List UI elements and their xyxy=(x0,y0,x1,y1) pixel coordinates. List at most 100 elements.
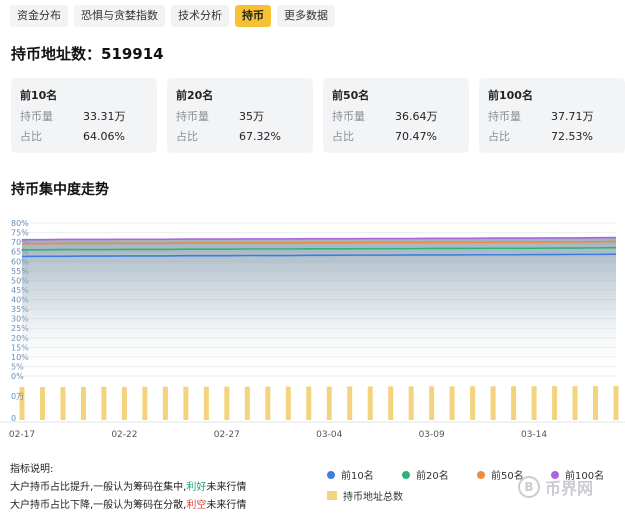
legend-top20[interactable]: 前20名 xyxy=(402,467,449,482)
tab-more-data[interactable]: 更多数据 xyxy=(277,5,335,27)
notes-line-1: 大户持币占比提升,一般认为筹码在集中,利好未来行情 xyxy=(10,479,246,497)
card-hold-value: 37.71万 xyxy=(551,110,594,123)
address-bar[interactable] xyxy=(244,386,250,420)
address-bar[interactable] xyxy=(142,386,148,420)
legend-square-icon xyxy=(327,491,337,500)
card-hold-value: 33.31万 xyxy=(83,110,126,123)
holder-address-count: 持币地址数：519914 xyxy=(11,45,164,63)
address-bar[interactable] xyxy=(367,386,373,420)
address-bar[interactable] xyxy=(39,386,45,420)
address-bar[interactable] xyxy=(162,386,168,420)
address-bar[interactable] xyxy=(306,386,312,420)
concentration-trend-chart: 80%75%70%65%60%55%50%45%40%35%30%25%20%1… xyxy=(0,219,625,440)
card-hold-label: 持币量 xyxy=(332,110,365,123)
legend-dot-icon xyxy=(477,470,485,479)
card-title: 前50名 xyxy=(332,89,370,102)
indicator-notes: 指标说明: 大户持币占比提升,一般认为筹码在集中,利好未来行情 大户持币占比下降… xyxy=(10,461,246,515)
legend-address-total[interactable]: 持币地址总数 xyxy=(327,488,403,503)
x-tick-label: 03-09 xyxy=(419,430,445,440)
card-ratio-value: 70.47% xyxy=(395,130,437,143)
address-bar[interactable] xyxy=(572,386,578,420)
address-bar[interactable] xyxy=(531,386,537,420)
address-bar[interactable] xyxy=(347,386,353,420)
card-ratio-row: 占比 72.53% xyxy=(488,130,616,143)
concentration-area-fill xyxy=(22,237,616,376)
x-tick-label: 02-27 xyxy=(214,430,240,440)
x-tick-label: 03-04 xyxy=(316,430,342,440)
legend-top10[interactable]: 前10名 xyxy=(327,467,374,482)
card-title: 前20名 xyxy=(176,89,214,102)
notes-bearish: 利空 xyxy=(186,500,207,511)
tab-fear-greed-index[interactable]: 恐惧与贪婪指数 xyxy=(74,5,165,27)
x-tick-label: 03-14 xyxy=(521,430,547,440)
tab-technical-analysis[interactable]: 技术分析 xyxy=(171,5,229,27)
x-tick-label: 02-17 xyxy=(9,430,35,440)
watermark-text: 币界网 xyxy=(545,479,594,498)
card-ratio-value: 67.32% xyxy=(239,130,281,143)
card-hold-row: 持币量 33.31万 xyxy=(20,110,148,123)
card-ratio-label: 占比 xyxy=(20,130,42,143)
card-hold-label: 持币量 xyxy=(20,110,53,123)
address-bar[interactable] xyxy=(203,386,209,420)
address-bar[interactable] xyxy=(285,386,291,420)
legend-label: 前10名 xyxy=(341,471,374,482)
notes-line-2-text: 大户持币占比下降,一般认为筹码在分散, xyxy=(10,500,187,511)
card-ratio-row: 占比 64.06% xyxy=(20,130,148,143)
top-holder-cards: 前10名 持币量 33.31万 占比 64.06% 前20名 持币量 35万 占比 67… xyxy=(11,78,625,153)
address-bar[interactable] xyxy=(470,386,476,420)
card-hold-value: 36.64万 xyxy=(395,110,438,123)
card-ratio-label: 占比 xyxy=(488,130,510,143)
card-hold-label: 持币量 xyxy=(488,110,521,123)
legend-dot-icon xyxy=(327,470,335,479)
card-hold-row: 持币量 36.64万 xyxy=(332,110,460,123)
legend-label: 持币地址总数 xyxy=(343,492,403,503)
address-bar[interactable] xyxy=(101,386,107,420)
notes-line-1-suffix: 未来行情 xyxy=(206,482,247,493)
card-hold-value: 35万 xyxy=(239,110,264,123)
legend-dot-icon xyxy=(402,470,410,479)
card-ratio-value: 72.53% xyxy=(551,130,593,143)
notes-heading: 指标说明: xyxy=(10,464,54,475)
notes-line-1-text: 大户持币占比提升,一般认为筹码在集中, xyxy=(10,482,187,493)
notes-line-2: 大户持币占比下降,一般认为筹码在分散,利空未来行情 xyxy=(10,497,246,515)
address-bar[interactable] xyxy=(490,386,496,420)
address-bar[interactable] xyxy=(449,386,455,420)
tab-fund-distribution[interactable]: 资金分布 xyxy=(10,5,68,27)
concentration-trend-title: 持币集中度走势 xyxy=(11,182,109,198)
bar-tick-label: 0万 xyxy=(11,392,24,401)
y-tick-label: 80% xyxy=(11,219,29,228)
address-bar[interactable] xyxy=(429,386,435,420)
address-bar[interactable] xyxy=(121,386,127,420)
address-bar[interactable] xyxy=(183,386,189,420)
address-bar[interactable] xyxy=(408,386,414,420)
tab-holdings[interactable]: 持币 xyxy=(235,5,271,27)
notes-line-2-suffix: 未来行情 xyxy=(206,500,247,511)
address-count-bars xyxy=(19,386,619,420)
address-bar[interactable] xyxy=(593,386,599,420)
card-top50: 前50名 持币量 36.64万 占比 70.47% xyxy=(323,78,469,153)
legend-top50[interactable]: 前50名 xyxy=(477,467,524,482)
address-bar[interactable] xyxy=(613,386,619,420)
address-bar[interactable] xyxy=(60,386,66,420)
address-bar[interactable] xyxy=(265,386,271,420)
card-ratio-label: 占比 xyxy=(332,130,354,143)
x-tick-label: 02-22 xyxy=(111,430,137,440)
card-hold-label: 持币量 xyxy=(176,110,209,123)
address-bar[interactable] xyxy=(388,386,394,420)
card-top20: 前20名 持币量 35万 占比 67.32% xyxy=(167,78,313,153)
y-tick-label: 75% xyxy=(11,229,29,238)
card-top10: 前10名 持币量 33.31万 占比 64.06% xyxy=(11,78,157,153)
card-ratio-row: 占比 70.47% xyxy=(332,130,460,143)
card-hold-row: 持币量 35万 xyxy=(176,110,304,123)
card-title: 前10名 xyxy=(20,89,58,102)
address-bar[interactable] xyxy=(511,386,517,420)
address-bar[interactable] xyxy=(552,386,558,420)
card-ratio-label: 占比 xyxy=(176,130,198,143)
address-bar[interactable] xyxy=(326,386,332,420)
tab-bar: 资金分布 恐惧与贪婪指数 技术分析 持币 更多数据 xyxy=(10,5,335,27)
brand-watermark: B 币界网 xyxy=(518,475,593,499)
address-bar[interactable] xyxy=(80,386,86,420)
notes-bullish: 利好 xyxy=(186,482,207,493)
x-axis-ticks: 02-17 02-22 02-27 03-04 03-09 03-14 xyxy=(0,421,625,440)
address-bar[interactable] xyxy=(224,386,230,420)
